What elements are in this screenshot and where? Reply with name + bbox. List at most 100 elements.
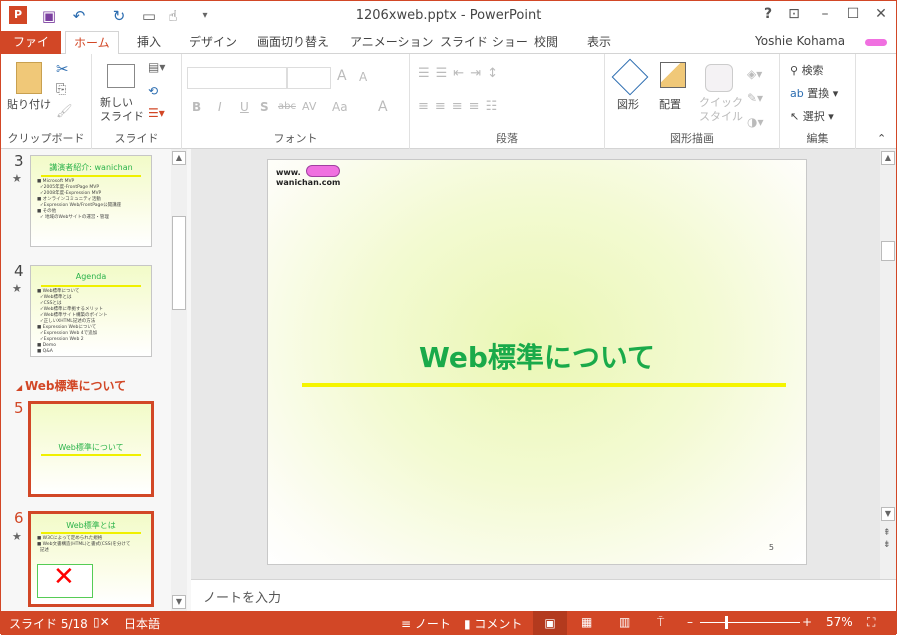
reading-view-icon[interactable]: ▥: [619, 615, 630, 629]
tab-design[interactable]: デザイン: [181, 31, 245, 54]
slide-thumbnail-4[interactable]: Agenda ■ Web標準について ✓Web標準とは ✓CSSとは ✓Web標…: [30, 265, 152, 357]
change-case-button[interactable]: Aa: [332, 100, 348, 114]
slide-scrollbar[interactable]: ▲ ▼ ⇞ ⇟: [880, 149, 896, 579]
tab-insert[interactable]: 挿入: [129, 31, 169, 54]
comments-button[interactable]: ▮ コメント: [464, 615, 522, 632]
maximize-button[interactable]: ☐: [841, 6, 865, 26]
zoom-slider[interactable]: [700, 622, 800, 623]
list-buttons[interactable]: ☰☰⇤⇥↕: [418, 66, 504, 81]
bold-button[interactable]: B: [192, 100, 201, 114]
char-spacing-button[interactable]: AV: [302, 100, 316, 113]
section-icon[interactable]: ☰▾: [148, 106, 165, 120]
tab-animations[interactable]: アニメーション: [342, 31, 442, 54]
arrange-button[interactable]: 配置: [659, 96, 681, 112]
grow-font-button[interactable]: A: [337, 68, 347, 84]
shapes-button[interactable]: 図形: [617, 96, 639, 112]
slide-thumbnail-5[interactable]: Web標準について: [28, 401, 154, 497]
group-drawing: 図形 配置 クイック スタイル ◈▾ ✎▾ ◑▾ 図形描画: [605, 54, 780, 149]
notes-pane[interactable]: ノートを入力: [191, 579, 896, 611]
notes-button[interactable]: ≡ ノート: [401, 615, 451, 632]
animation-star-icon: ★: [12, 530, 22, 543]
thumb-title: Web標準とは: [66, 521, 116, 530]
group-paragraph: ☰☰⇤⇥↕ ≡≡≡≡☷ 段落: [410, 54, 605, 149]
fit-to-window-icon[interactable]: ⛶: [867, 615, 875, 630]
group-clipboard: 貼り付け ✂ ⎘ 🖌 クリップボード: [1, 54, 92, 149]
scroll-up-icon[interactable]: ▲: [172, 151, 186, 165]
italic-button[interactable]: I: [218, 100, 222, 114]
cursor-icon: ↖: [790, 110, 803, 123]
tab-slideshow[interactable]: スライド ショー: [432, 31, 536, 54]
quick-styles-button[interactable]: クイック スタイル: [699, 96, 743, 124]
zoom-in-button[interactable]: +: [802, 615, 812, 629]
slide-thumbnail-3[interactable]: 講演者紹介: wanichan ■ Microsoft MVP ✓2005年度-…: [30, 155, 152, 247]
clipboard-label: クリップボード: [7, 132, 85, 145]
arrange-icon[interactable]: [660, 62, 686, 88]
scroll-down-icon[interactable]: ▼: [172, 595, 186, 609]
editing-label: 編集: [806, 132, 829, 145]
user-name[interactable]: Yoshie Kohama: [755, 34, 845, 48]
slide-title[interactable]: Web標準について: [268, 336, 806, 376]
section-header[interactable]: ◢ Web標準について: [16, 377, 126, 394]
tab-transitions[interactable]: 画面切り替え: [249, 31, 337, 54]
slideshow-icon[interactable]: ⍑: [657, 615, 664, 630]
replace-button[interactable]: ab 置換 ▾: [790, 85, 838, 101]
reset-icon[interactable]: ⟲: [148, 84, 158, 98]
slide-number: 5: [14, 399, 24, 417]
spellcheck-icon[interactable]: ▯✕: [93, 615, 110, 629]
prev-next-slide-icons[interactable]: ⇞ ⇟: [883, 527, 891, 551]
binoculars-icon: ⚲: [790, 64, 802, 77]
user-avatar[interactable]: [865, 39, 887, 46]
cut-icon[interactable]: ✂: [56, 60, 69, 78]
copy-icon[interactable]: ⎘: [56, 82, 66, 97]
paste-button[interactable]: 貼り付け: [7, 96, 51, 112]
underline-button[interactable]: U: [240, 100, 249, 114]
format-painter-icon[interactable]: 🖌: [56, 104, 73, 119]
ribbon-display-button[interactable]: ⊡: [782, 6, 806, 26]
scroll-thumb[interactable]: [172, 216, 186, 310]
shapes-icon[interactable]: [611, 58, 649, 96]
shadow-button[interactable]: S: [260, 100, 269, 114]
scroll-up-icon[interactable]: ▲: [881, 151, 895, 165]
quick-styles-icon[interactable]: [705, 64, 733, 92]
select-button[interactable]: ↖ 選択 ▾: [790, 108, 834, 124]
thumbnail-scrollbar[interactable]: ▲ ▼: [171, 149, 187, 611]
zoom-slider-thumb[interactable]: [725, 616, 729, 629]
align-buttons[interactable]: ≡≡≡≡☷: [418, 99, 503, 114]
slide-sorter-icon[interactable]: ▦: [581, 615, 592, 629]
tab-file[interactable]: ファイル: [1, 31, 61, 71]
scroll-thumb[interactable]: [881, 241, 895, 261]
current-slide[interactable]: www. wanichan.com Web標準について 5: [267, 159, 807, 565]
tab-view[interactable]: 表示: [579, 31, 619, 54]
normal-view-icon[interactable]: ▣: [533, 611, 567, 635]
font-color-button[interactable]: A: [378, 99, 388, 115]
tab-home[interactable]: ホーム: [65, 31, 119, 55]
scroll-down-icon[interactable]: ▼: [881, 507, 895, 521]
notes-placeholder[interactable]: ノートを入力: [203, 587, 281, 606]
new-slide-button[interactable]: 新しい スライド: [100, 96, 144, 124]
font-label: フォント: [273, 132, 318, 145]
red-x-icon: ✕: [53, 562, 75, 592]
shrink-font-button[interactable]: A: [359, 70, 367, 84]
shape-fill-outline-effect-buttons[interactable]: ◈▾ ✎▾ ◑▾: [747, 62, 764, 134]
strikethrough-button[interactable]: abc: [278, 101, 296, 112]
layout-icon[interactable]: ▤▾: [148, 60, 165, 74]
find-button[interactable]: ⚲ 検索: [790, 62, 824, 78]
font-size-combo[interactable]: [287, 67, 331, 89]
slide-thumbnail-6[interactable]: Web標準とは ■ W3Cによって定められた規格 ■ Web文書構造(HTML)…: [28, 511, 154, 607]
zoom-level[interactable]: 57%: [826, 615, 853, 629]
close-button[interactable]: ✕: [869, 6, 893, 26]
comment-icon: ▮: [464, 617, 475, 631]
minimize-button[interactable]: –: [813, 6, 837, 26]
tab-review[interactable]: 校閲: [526, 31, 566, 54]
zoom-out-button[interactable]: –: [687, 615, 693, 629]
drawing-label: 図形描画: [670, 132, 714, 145]
paste-icon[interactable]: [16, 62, 42, 94]
font-name-combo[interactable]: [187, 67, 287, 89]
thumb-text: ■ Web標準について ✓Web標準とは ✓CSSとは ✓Web標準に準拠するメ…: [37, 289, 108, 354]
language-indicator[interactable]: 日本語: [124, 615, 160, 632]
slide-number: 4: [14, 262, 24, 280]
ribbon: 貼り付け ✂ ⎘ 🖌 クリップボード 新しい スライド ▤▾ ⟲ ☰▾ スライド…: [1, 54, 896, 149]
collapse-ribbon-icon[interactable]: ⌃: [877, 132, 886, 145]
new-slide-icon[interactable]: [107, 64, 135, 88]
help-button[interactable]: ?: [756, 6, 780, 26]
